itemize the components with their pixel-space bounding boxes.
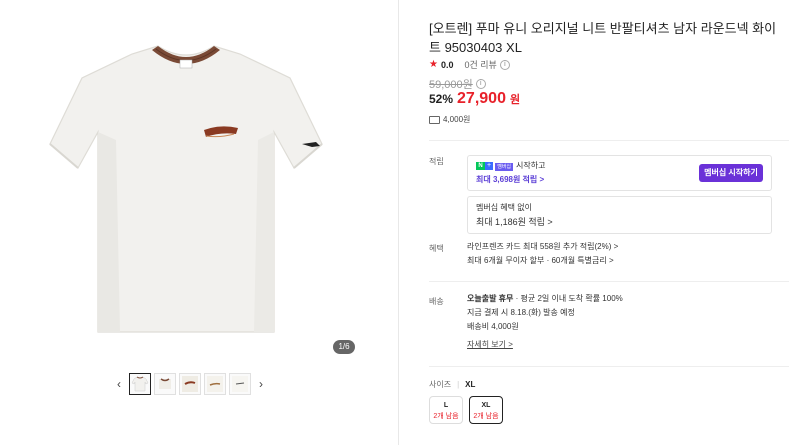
truck-icon: [429, 115, 440, 124]
divider: [429, 366, 789, 367]
shipping-fee-row: 4,000원: [429, 114, 470, 125]
thumbnail-2[interactable]: [154, 373, 176, 395]
sale-price: 27,900: [457, 90, 506, 107]
thumbnail-image: [131, 376, 149, 392]
divider: [429, 140, 789, 141]
star-icon: ★: [429, 59, 438, 70]
rating-row: ★ 0.0 0건 리뷰 i: [429, 58, 510, 71]
thumbnail-5[interactable]: [229, 373, 251, 395]
thumbnail-image: [232, 376, 248, 392]
chevron-right-icon[interactable]: ›: [254, 372, 268, 396]
benefit-content: 라인프렌즈 카드 최대 558원 추가 적립(2%) > 최대 6개월 무이자 …: [467, 240, 767, 268]
delivery-label: 배송: [429, 297, 444, 306]
delivery-content: 오늘출발 휴무 · 평균 2일 이내 도착 확률 100% 지금 결제 시 8.…: [467, 292, 777, 352]
thumbnail-image: [182, 376, 198, 392]
page-indicator: 1/6: [333, 340, 355, 354]
thumbnail-image: [207, 376, 223, 392]
size-option-xl[interactable]: XL 2개 남음: [469, 396, 503, 424]
membership-info: N + 멤버십 시작하고 최대 3,698원 적립 >: [476, 159, 696, 187]
selected-size: XL: [465, 380, 476, 389]
points-label: 적립: [429, 157, 444, 166]
info-icon[interactable]: i: [475, 79, 486, 89]
membership-start-text: 시작하고: [516, 161, 546, 170]
shipping-fee: 4,000원: [443, 115, 471, 124]
review-count[interactable]: 0건 리뷰: [464, 58, 496, 71]
basic-points-box: 멤버십 혜택 없이 최대 1,186원 적립 >: [467, 196, 772, 234]
today-shipping-status: 오늘출발 휴무: [467, 294, 514, 303]
rating-score: 0.0: [440, 59, 454, 70]
info-icon[interactable]: i: [499, 59, 510, 70]
thumbnail-1[interactable]: [129, 373, 151, 395]
membership-box: N + 멤버십 시작하고 최대 3,698원 적립 > 멤버십 시작하기: [467, 155, 772, 191]
start-membership-button[interactable]: 멤버십 시작하기: [699, 164, 763, 182]
installment-benefit[interactable]: 최대 6개월 무이자 할부 · 60개월 특별금리 >: [467, 254, 767, 268]
delivery-line-2: 지금 결제 시 8.18.(화) 발송 예정: [467, 308, 575, 317]
delivery-probability: · 평균 2일 이내 도착 확률 100%: [513, 294, 623, 303]
thumbnail-3[interactable]: [179, 373, 201, 395]
delivery-line-1: 오늘출발 휴무 · 평균 2일 이내 도착 확률 100%: [467, 292, 777, 306]
currency: 원: [509, 94, 521, 106]
chevron-left-icon[interactable]: ‹: [112, 372, 126, 396]
naver-plus-logo-icon: N +: [476, 161, 493, 170]
product-info: [오트렌] 푸마 유니 오리지널 니트 반팔티셔츠 남자 라운드넥 화이트 95…: [429, 0, 789, 445]
price-row: 52% 27,900 원: [429, 90, 520, 108]
product-gallery: 1/6 ‹ ›: [0, 0, 398, 445]
size-stock: 2개 남음: [473, 413, 499, 420]
basic-points-info: 멤버십 혜택 없이 최대 1,186원 적립 >: [476, 201, 736, 230]
size-name: XL: [481, 402, 491, 409]
size-label: 사이즈: [429, 380, 452, 389]
separator: |: [457, 380, 460, 389]
column-divider: [398, 0, 399, 445]
delivery-details-link[interactable]: 자세히 보기 >: [467, 338, 777, 352]
product-title: [오트렌] 푸마 유니 오리지널 니트 반팔티셔츠 남자 라운드넥 화이트 95…: [429, 21, 777, 55]
thumbnail-4[interactable]: [204, 373, 226, 395]
size-option-l[interactable]: L 2개 남음: [429, 396, 463, 424]
thumbnail-image: [159, 378, 171, 389]
size-selector-header: 사이즈 | XL: [429, 379, 475, 390]
card-benefit[interactable]: 라인프렌즈 카드 최대 558원 추가 적립(2%) >: [467, 240, 767, 254]
divider: [429, 281, 789, 282]
tshirt-image: [49, 45, 323, 333]
product-main-image[interactable]: [20, 20, 360, 360]
discount-rate: 52%: [429, 92, 454, 106]
membership-badge: 멤버십: [495, 163, 514, 171]
no-membership-text: 멤버십 혜택 없이: [476, 203, 532, 212]
max-point-membership[interactable]: 최대 3,698원 적립 >: [476, 175, 544, 184]
max-point-basic[interactable]: 최대 1,186원 적립 >: [476, 217, 553, 227]
size-stock: 2개 남음: [433, 413, 459, 420]
benefit-label: 혜택: [429, 244, 444, 253]
delivery-line-3: 배송비 4,000원: [467, 322, 519, 331]
size-name: L: [443, 402, 449, 409]
thumbnail-strip: ‹ ›: [112, 370, 280, 398]
